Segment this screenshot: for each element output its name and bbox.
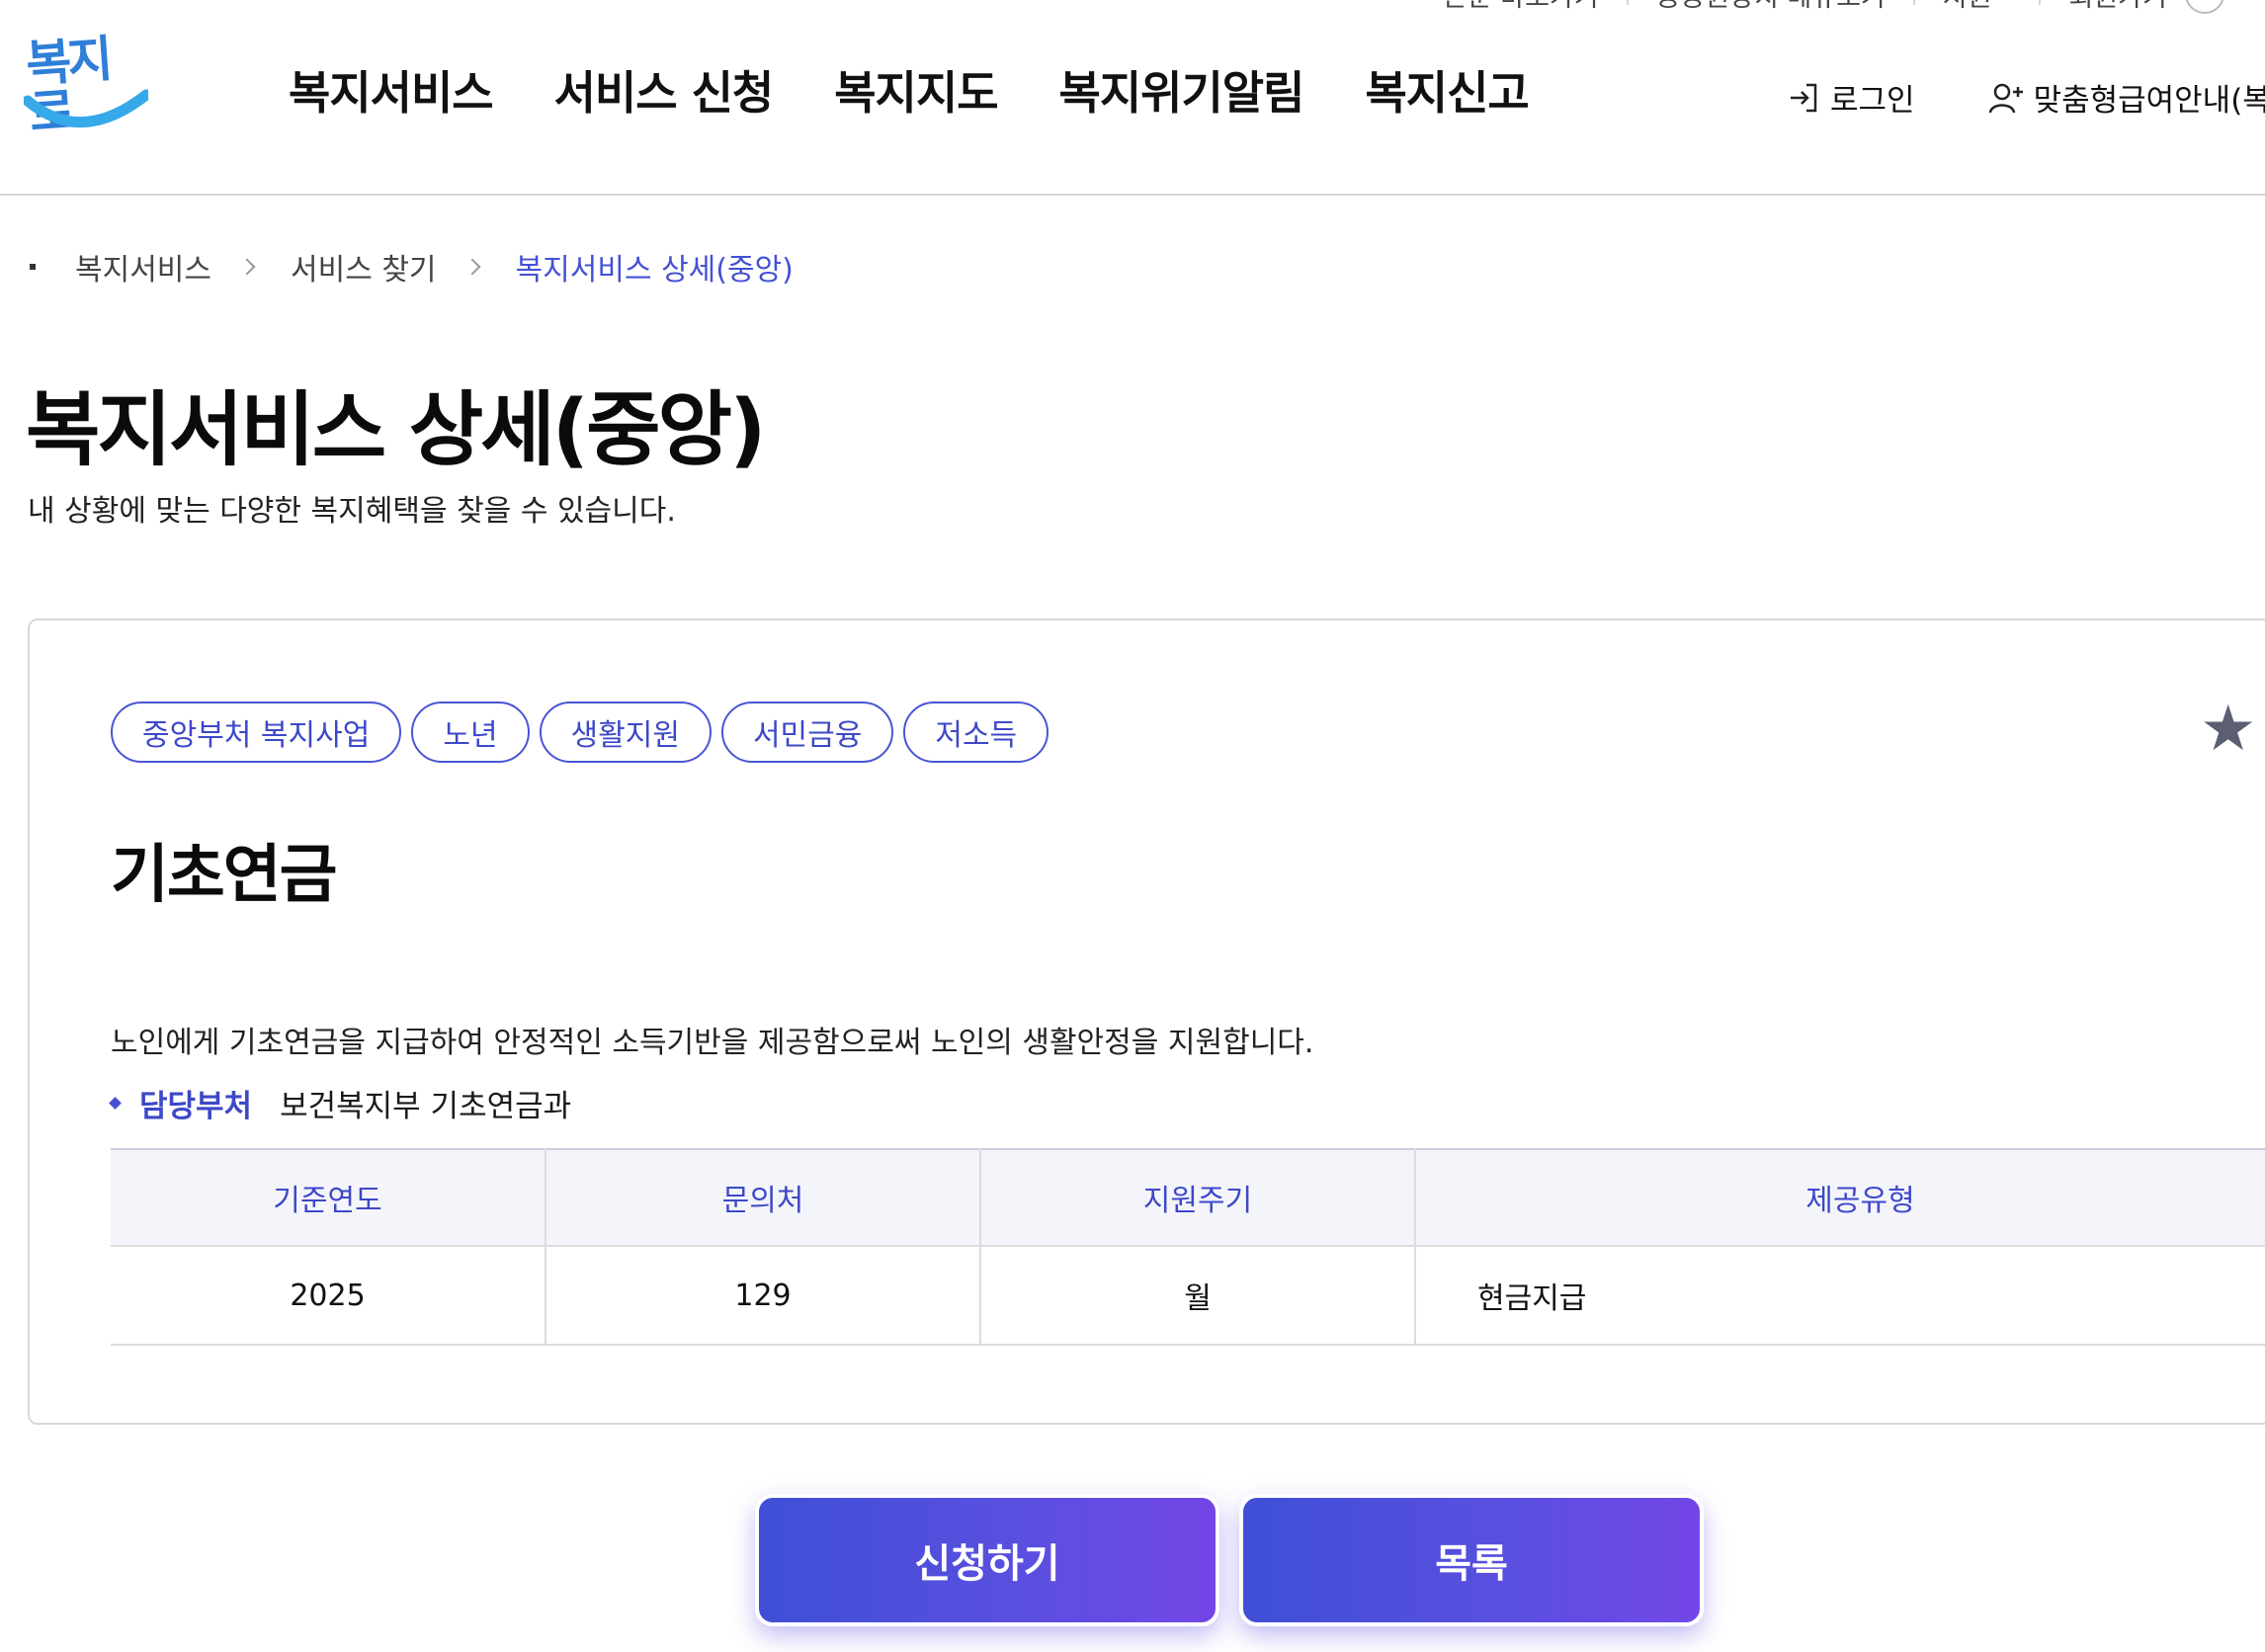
header-base-year: 기준연도 [111,1149,546,1247]
tag-low-income[interactable]: 저소득 [903,702,1049,763]
table-row: 2025 129 월 현금지급 [111,1246,2265,1346]
nav-service-apply[interactable]: 서비스 신청 [554,57,775,123]
custom-benefit-label: 맞춤형급여안내(복 [2033,83,2265,119]
user-plus-icon [1988,83,2023,113]
table-header-row: 기준연도 문의처 지원주기 제공유형 [111,1149,2265,1247]
breadcrumb-item-welfare-service[interactable]: 복지서비스 [75,245,211,289]
header-provision-type: 제공유형 [1415,1149,2265,1247]
login-button[interactable]: 로그인 [1787,75,1915,120]
page-subtitle: 내 상황에 맞는 다양한 복지혜택을 찾을 수 있습니다. [28,494,676,529]
service-title: 기초연금 [111,839,338,912]
home-bullet-icon [30,264,36,270]
tag-public-finance[interactable]: 서민금융 [720,702,894,763]
apply-button[interactable]: 신청하기 [755,1494,1219,1626]
tag-old-age[interactable]: 노년 [411,702,530,763]
cell-base-year: 2025 [111,1246,546,1346]
department-label: 담당부처 [139,1089,253,1124]
chevron-right-icon [463,258,481,276]
service-detail-card: 중앙부처 복지사업 노년 생활지원 서민금융 저소득 ★ 기초연금 노인에게 기… [28,619,2265,1425]
breadcrumb-item-service-search[interactable]: 서비스 찾기 [291,245,437,289]
page-title: 복지서비스 상세(중앙) [26,383,766,477]
breadcrumb-current: 복지서비스 상세(중앙) [515,253,794,288]
logo-smile-icon [24,89,148,127]
tag-central-ministry[interactable]: 중앙부처 복지사업 [111,702,402,763]
main-navigation: 복지서비스 서비스 신청 복지지도 복지위기알림 복지신고 [289,57,1530,123]
department-row: 담당부처 보건복지부 기초연금과 [109,1081,572,1125]
nav-welfare-map[interactable]: 복지지도 [834,57,998,123]
cell-provision-type: 현금지급 [1415,1246,2265,1346]
breadcrumb: 복지서비스 서비스 찾기 복지서비스 상세(중앙) [30,245,794,289]
cell-contact: 129 [545,1246,981,1346]
service-description: 노인에게 기초연금을 지급하여 안정적인 소득기반을 제공함으로써 노인의 생활… [111,1026,1314,1060]
nav-welfare-crisis-alert[interactable]: 복지위기알림 [1059,57,1305,123]
nav-welfare-service[interactable]: 복지서비스 [289,57,494,123]
nav-welfare-report[interactable]: 복지신고 [1365,57,1529,123]
header-actions: 로그인 맞춤형급여안내(복 [1787,75,2265,120]
header-support-cycle: 지원주기 [980,1149,1416,1247]
tag-living-support[interactable]: 생활지원 [539,702,712,763]
department-value: 보건복지부 기초연금과 [280,1089,572,1124]
login-label: 로그인 [1830,83,1915,119]
cell-support-cycle: 월 [980,1246,1416,1346]
login-icon [1791,83,1817,112]
favorite-star-icon[interactable]: ★ [2200,698,2256,761]
list-button[interactable]: 목록 [1239,1494,1704,1626]
header-contact: 문의처 [545,1149,981,1247]
diamond-bullet-icon [109,1097,122,1110]
chevron-right-icon [238,258,256,276]
site-header: 복지로 복지서비스 서비스 신청 복지지도 복지위기알림 복지신고 로그인 맞춤… [0,0,2265,196]
tag-list: 중앙부처 복지사업 노년 생활지원 서민금융 저소득 [111,702,1049,763]
service-info-table: 기준연도 문의처 지원주기 제공유형 2025 129 월 현금지급 [111,1148,2265,1346]
logo[interactable]: 복지로 [24,31,148,142]
action-buttons: 신청하기 목록 [755,1494,1704,1626]
custom-benefit-button[interactable]: 맞춤형급여안내(복 [1988,75,2265,120]
